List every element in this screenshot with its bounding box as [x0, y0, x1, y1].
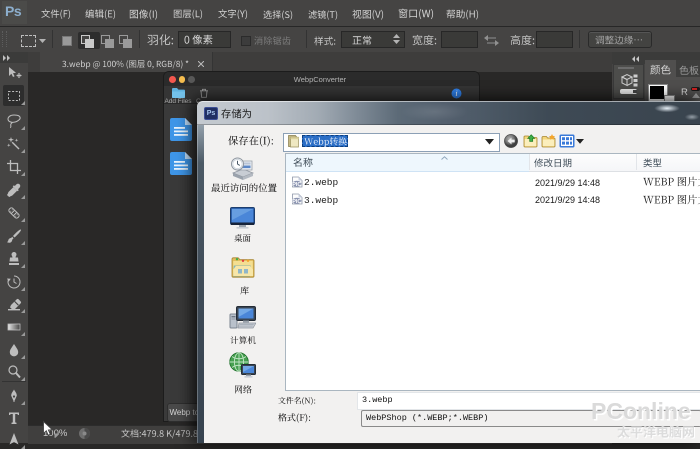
- svg-text:PIC: PIC: [292, 199, 301, 205]
- svg-text:PIC: PIC: [292, 181, 301, 187]
- svg-text:i: i: [455, 89, 457, 98]
